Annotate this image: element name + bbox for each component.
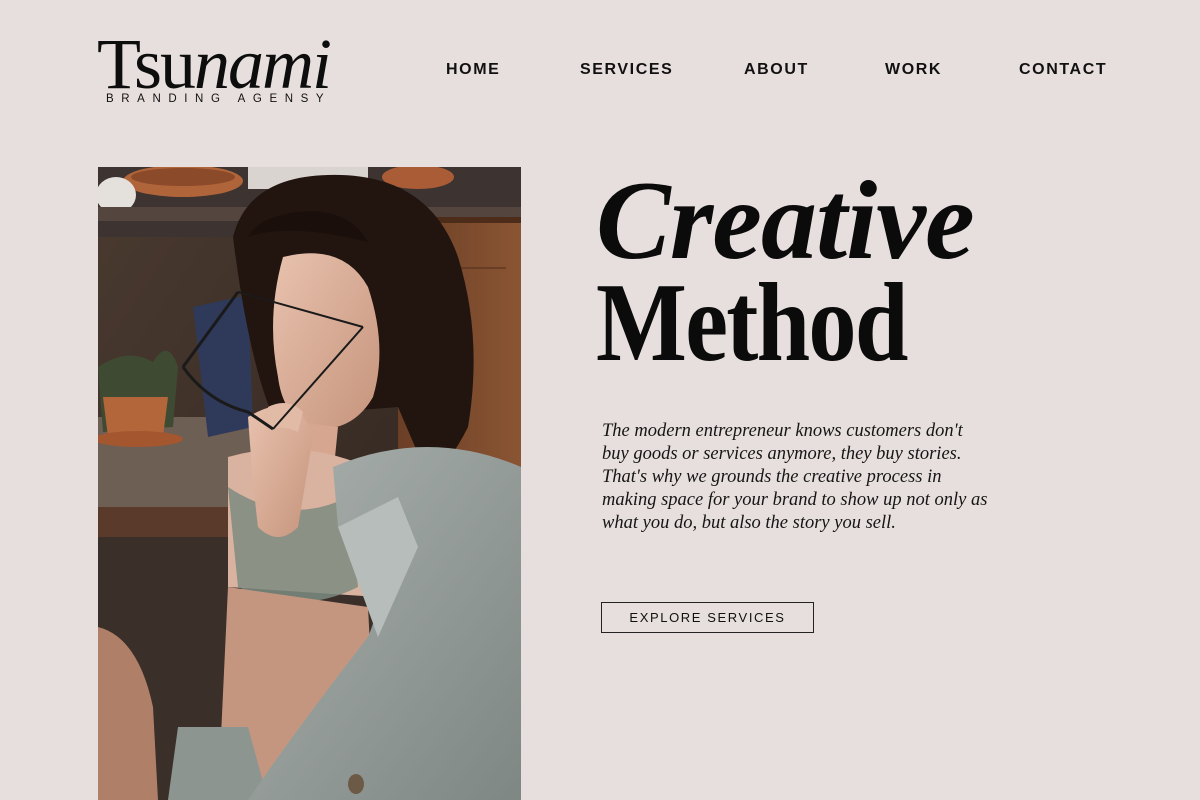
hero-photo-illustration — [98, 167, 521, 800]
hero-headline: Creative Method — [596, 159, 975, 386]
nav-item-services[interactable]: SERVICES — [580, 61, 673, 79]
hero-description-line: what you do, but also the story you sell… — [602, 513, 896, 533]
hero-photo — [98, 167, 521, 800]
hero-description-line: making space for your brand to show up n… — [602, 490, 988, 510]
nav-item-about[interactable]: ABOUT — [744, 61, 809, 79]
explore-services-button[interactable]: EXPLORE SERVICES — [601, 602, 814, 633]
brand-tagline: BRANDING AGENSY — [106, 93, 332, 105]
main-nav: HOME SERVICES ABOUT WORK CONTACT — [0, 61, 1200, 83]
hero-description: The modern entrepreneur knows customers … — [602, 420, 1002, 535]
hero-description-line: That's why we grounds the creative proce… — [602, 467, 942, 487]
nav-item-home[interactable]: HOME — [446, 61, 500, 79]
headline-method: Method — [596, 261, 908, 386]
nav-item-contact[interactable]: CONTACT — [1019, 61, 1107, 79]
hero-description-line: The modern entrepreneur knows customers … — [602, 421, 963, 441]
nav-item-work[interactable]: WORK — [885, 61, 942, 79]
headline-creative: Creative — [596, 159, 975, 284]
hero-description-line: buy goods or services anymore, they buy … — [602, 444, 962, 464]
